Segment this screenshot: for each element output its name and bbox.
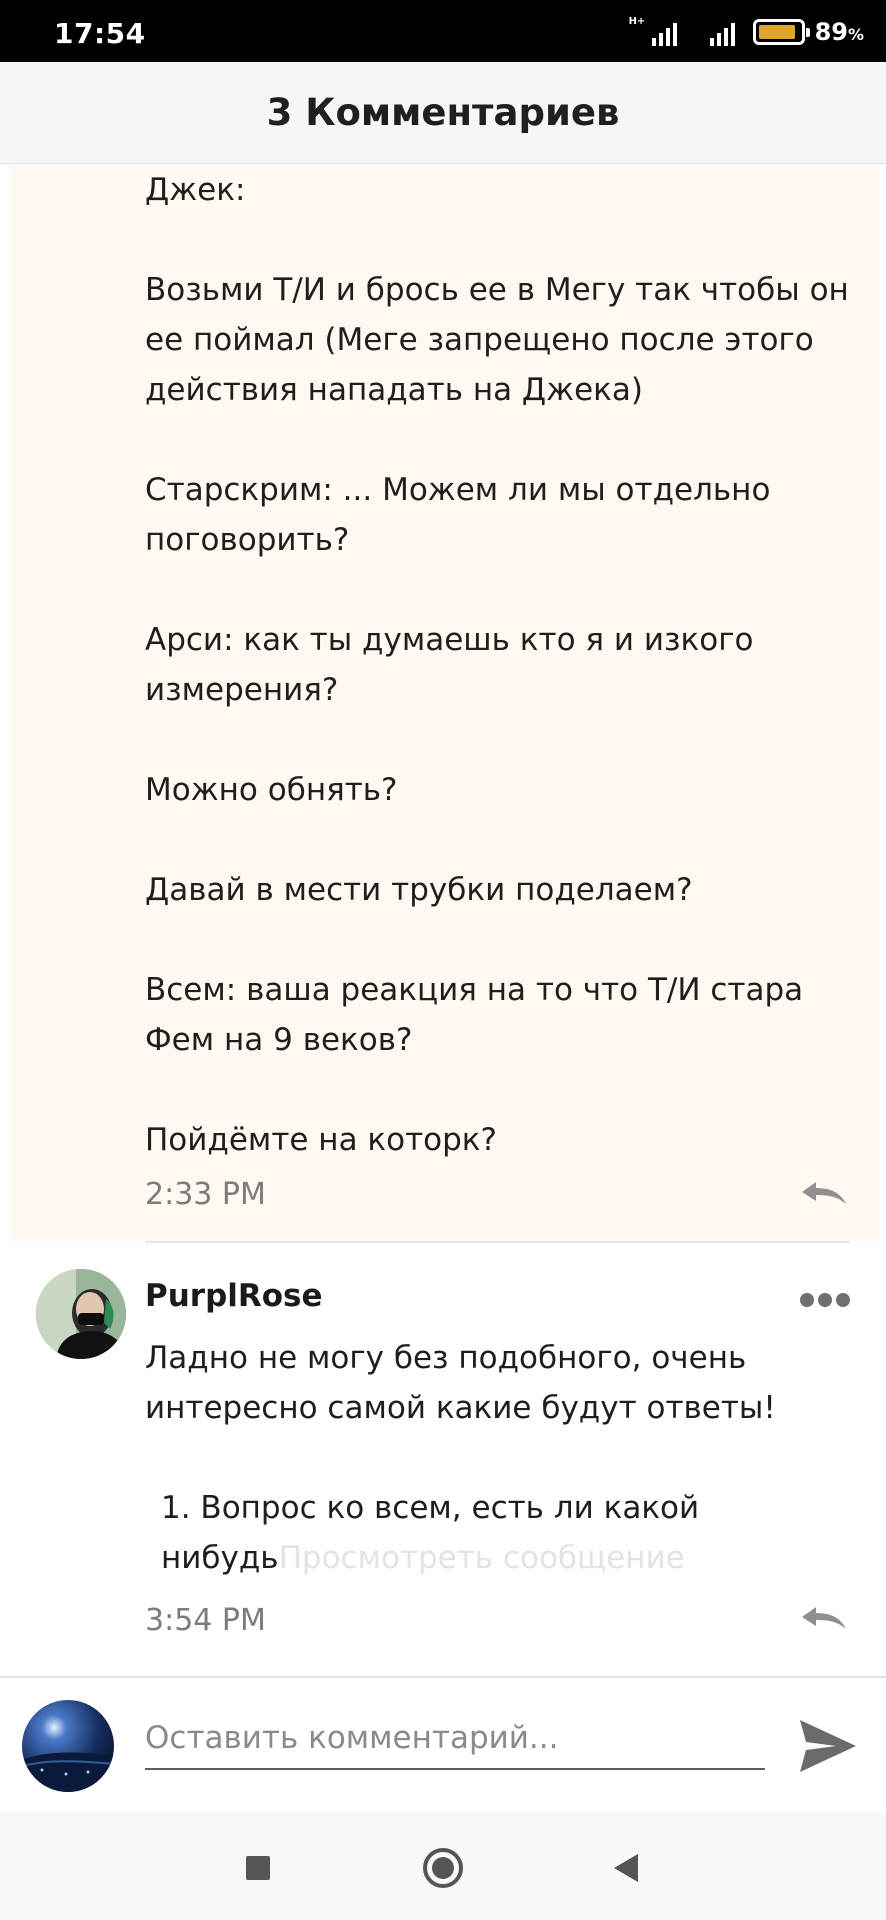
battery-percent: 89% xyxy=(814,18,864,46)
comment-paragraph: Старскрим: ... Можем ли мы отдельно пого… xyxy=(145,472,771,558)
comment-text: Ладно не могу без подобного, очень интер… xyxy=(145,1333,865,1583)
back-triangle-icon[interactable] xyxy=(603,1846,647,1890)
reply-icon[interactable] xyxy=(800,1178,848,1208)
recents-square-icon[interactable] xyxy=(236,1846,280,1890)
comment-paragraph: Арси: как ты думаешь кто я и изкого изме… xyxy=(145,622,754,708)
comment-input-bar xyxy=(0,1676,886,1811)
battery-fill xyxy=(758,25,795,39)
header: 3 Комментариев xyxy=(0,62,886,164)
page-title: 3 Комментариев xyxy=(266,91,620,134)
view-message-link[interactable]: Просмотреть сообщение xyxy=(279,1540,685,1576)
avatar[interactable] xyxy=(22,1700,114,1792)
battery-icon xyxy=(752,19,810,45)
signal-icon xyxy=(687,16,735,48)
divider xyxy=(145,1241,850,1243)
comment-text: Джек: Возьми Т/И и брось ее в Мегу так ч… xyxy=(145,165,865,1165)
signal-icon: H+ xyxy=(629,16,677,48)
status-time: 17:54 xyxy=(54,17,146,50)
comment-timestamp: 2:33 PM xyxy=(145,1177,266,1212)
avatar[interactable] xyxy=(36,1269,126,1359)
comment-author[interactable]: PurplRose xyxy=(145,1278,323,1314)
home-circle-icon[interactable] xyxy=(421,1846,465,1890)
comment-paragraph: Всем: ваша реакция на то что Т/И стара Ф… xyxy=(145,972,804,1058)
status-bar: 17:54 H+ 89% xyxy=(0,0,886,62)
more-dots-icon[interactable] xyxy=(800,1293,850,1309)
comment-timestamp: 3:54 PM xyxy=(145,1603,266,1638)
comment-paragraph: Возьми Т/И и брось ее в Мегу так чтобы о… xyxy=(145,272,849,408)
comment-list-item: 1. Вопрос ко всем, есть ли какой нибудьП… xyxy=(161,1490,700,1576)
status-icons: H+ 89% xyxy=(629,14,864,50)
comment-input[interactable] xyxy=(145,1708,765,1770)
network-type: H+ xyxy=(628,16,646,27)
comment-paragraph: Пойдёмте на которк? xyxy=(145,1122,497,1158)
reply-icon[interactable] xyxy=(800,1603,848,1633)
send-icon[interactable] xyxy=(796,1714,860,1778)
comment-paragraph: Джек: xyxy=(145,172,246,208)
comment-paragraph: Давай в мести трубки поделаем? xyxy=(145,872,693,908)
navigation-bar xyxy=(0,1812,886,1920)
comment-paragraph: Ладно не могу без подобного, очень интер… xyxy=(145,1340,776,1426)
comment-paragraph: Можно обнять? xyxy=(145,772,398,808)
comment-list[interactable]: Джек: Возьми Т/И и брось ее в Мегу так ч… xyxy=(0,165,886,1675)
